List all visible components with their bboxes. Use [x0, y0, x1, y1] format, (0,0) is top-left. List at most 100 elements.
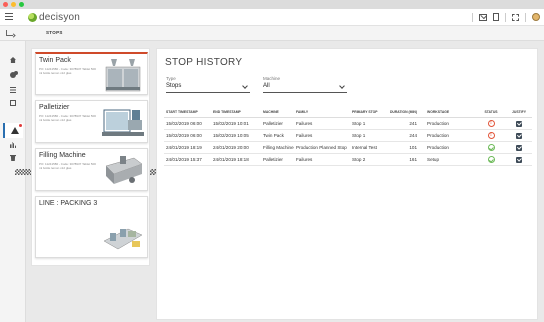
- hamburger-menu-icon[interactable]: [5, 13, 13, 21]
- nav-trash[interactable]: [8, 153, 18, 163]
- justify-checkbox[interactable]: [516, 132, 522, 139]
- nav-checklist[interactable]: [8, 98, 18, 108]
- justify-checkbox[interactable]: [516, 120, 522, 127]
- nav-dashboard[interactable]: [8, 112, 383, 175]
- machine-cell: Filling Machine: [263, 145, 294, 150]
- justify-cell: [504, 144, 532, 151]
- packing-line-image: [103, 228, 143, 250]
- column-header[interactable]: JUSTIFY: [504, 110, 532, 114]
- notification-badge: [19, 124, 22, 127]
- column-header[interactable]: FAMILY: [294, 110, 350, 114]
- machine-cell: Palletizier: [263, 157, 283, 162]
- justify-cell: [504, 156, 532, 163]
- duration-cell: 244: [409, 133, 417, 138]
- ok-status-icon: [487, 144, 495, 151]
- table-row[interactable]: 24/01/2019 18:19 24/01/2019 20:00 Fillin…: [164, 142, 532, 154]
- trash-icon: [10, 155, 16, 161]
- back-arrow-icon[interactable]: [6, 30, 13, 36]
- nav-reports[interactable]: [8, 140, 18, 150]
- justify-checkbox[interactable]: [516, 156, 522, 163]
- column-header[interactable]: START TIMESTAMP: [164, 110, 211, 114]
- window-titlebar: [0, 0, 544, 9]
- warning-status-icon: [487, 132, 495, 139]
- divider: [472, 12, 473, 22]
- justify-checkbox[interactable]: [516, 144, 522, 151]
- palletizier-machine-image: [102, 109, 144, 136]
- app-header: decisyon: [0, 9, 544, 26]
- divider: [505, 12, 506, 22]
- workstage-cell: Production: [427, 133, 449, 138]
- family-cell: Failures: [296, 133, 313, 138]
- nav-list[interactable]: [8, 85, 18, 95]
- table-row[interactable]: 15/02/2019 06:00 15/02/2019 10:01 Pallet…: [164, 118, 532, 130]
- header-actions: [466, 12, 540, 22]
- start-timestamp: 24/01/2019 15:37: [166, 157, 202, 162]
- user-avatar-icon[interactable]: [532, 13, 540, 21]
- machine-filter-label: Machine: [263, 76, 281, 81]
- column-header[interactable]: PRIMARY STOP: [350, 110, 385, 114]
- twin-pack-machine-image: [105, 59, 141, 92]
- status-cell: [476, 144, 504, 151]
- start-timestamp: 15/02/2019 06:00: [166, 121, 202, 126]
- type-filter-select[interactable]: Stops: [166, 83, 250, 93]
- minimize-window-button[interactable]: [11, 2, 16, 7]
- family-cell: Production Planned Stop: [296, 145, 347, 150]
- workstage-cell: Production: [427, 121, 449, 126]
- type-filter-value: Stops: [166, 83, 182, 89]
- fullscreen-icon[interactable]: [512, 13, 519, 21]
- end-timestamp: 24/01/2019 20:00: [213, 145, 249, 150]
- nav-settings[interactable]: [8, 70, 18, 80]
- workstage-cell: Setup: [427, 157, 440, 162]
- column-header[interactable]: END TIMESTAMP: [211, 110, 261, 114]
- status-cell: [476, 132, 504, 139]
- bars-icon: [10, 142, 16, 148]
- family-cell: Failures: [296, 157, 313, 162]
- table-row[interactable]: 15/02/2019 06:00 15/02/2019 10:05 Twin P…: [164, 130, 532, 142]
- filling-machine-image: [105, 156, 143, 184]
- end-timestamp: 15/02/2019 10:01: [213, 121, 249, 126]
- alert-icon: [11, 127, 19, 134]
- left-nav-rail: [0, 41, 383, 322]
- maximize-window-button[interactable]: [19, 2, 24, 7]
- document-icon[interactable]: [493, 13, 499, 21]
- machine-card-twin-pack[interactable]: Twin Pack PO: 11241580 - Code: 3078937 T…: [35, 52, 148, 95]
- primary-stop-cell: Stop 1: [352, 121, 366, 126]
- column-header[interactable]: MACHINE: [261, 110, 294, 114]
- duration-cell: 101: [409, 145, 417, 150]
- column-header[interactable]: DURATION (MIN): [385, 110, 421, 114]
- end-timestamp: 24/01/2019 18:18: [213, 157, 249, 162]
- nav-home[interactable]: [8, 55, 18, 65]
- machine-filter-value: All: [263, 83, 270, 89]
- machine-name: Palletizier: [39, 104, 70, 111]
- mail-icon[interactable]: [479, 13, 487, 21]
- close-window-button[interactable]: [3, 2, 8, 7]
- machine-card-line-packing-3[interactable]: LINE : PACKING 3: [35, 196, 148, 258]
- machine-card-palletizier[interactable]: Palletizier PO: 11241580 - Code: 3078937…: [35, 100, 148, 143]
- line-name: LINE : PACKING 3: [39, 200, 98, 207]
- stop-history-table: START TIMESTAMP END TIMESTAMP MACHINE FA…: [164, 106, 532, 166]
- machine-card-filling-machine[interactable]: Filling Machine PO: 11241580 - Code: 307…: [35, 148, 148, 191]
- home-icon: [10, 57, 16, 63]
- start-timestamp: 24/01/2019 18:19: [166, 145, 202, 150]
- check-icon: [10, 100, 16, 106]
- breadcrumb: STOPS: [46, 30, 63, 35]
- duration-cell: 161: [409, 157, 417, 162]
- nav-stops[interactable]: [3, 123, 23, 138]
- status-cell: [476, 156, 504, 163]
- status-cell: [476, 120, 504, 127]
- column-header[interactable]: WORKSTAGE: [421, 110, 476, 114]
- warning-status-icon: [487, 120, 495, 127]
- page-title: STOP HISTORY: [165, 57, 243, 68]
- machine-name: Twin Pack: [39, 57, 71, 64]
- end-timestamp: 15/02/2019 10:05: [213, 133, 249, 138]
- ok-status-icon: [487, 156, 495, 163]
- primary-stop-cell: Internal Test: [352, 145, 377, 150]
- table-row[interactable]: 24/01/2019 15:37 24/01/2019 18:18 Pallet…: [164, 154, 532, 166]
- column-header[interactable]: STATUS: [476, 110, 504, 114]
- machine-filter-select[interactable]: All: [263, 83, 347, 93]
- start-timestamp: 15/02/2019 06:00: [166, 133, 202, 138]
- divider: [525, 12, 526, 22]
- machine-meta: PO: 11241580 - Code: 3078937 Tablet 500 …: [39, 67, 96, 75]
- machine-cell: Palletizier: [263, 121, 283, 126]
- justify-cell: [504, 132, 532, 139]
